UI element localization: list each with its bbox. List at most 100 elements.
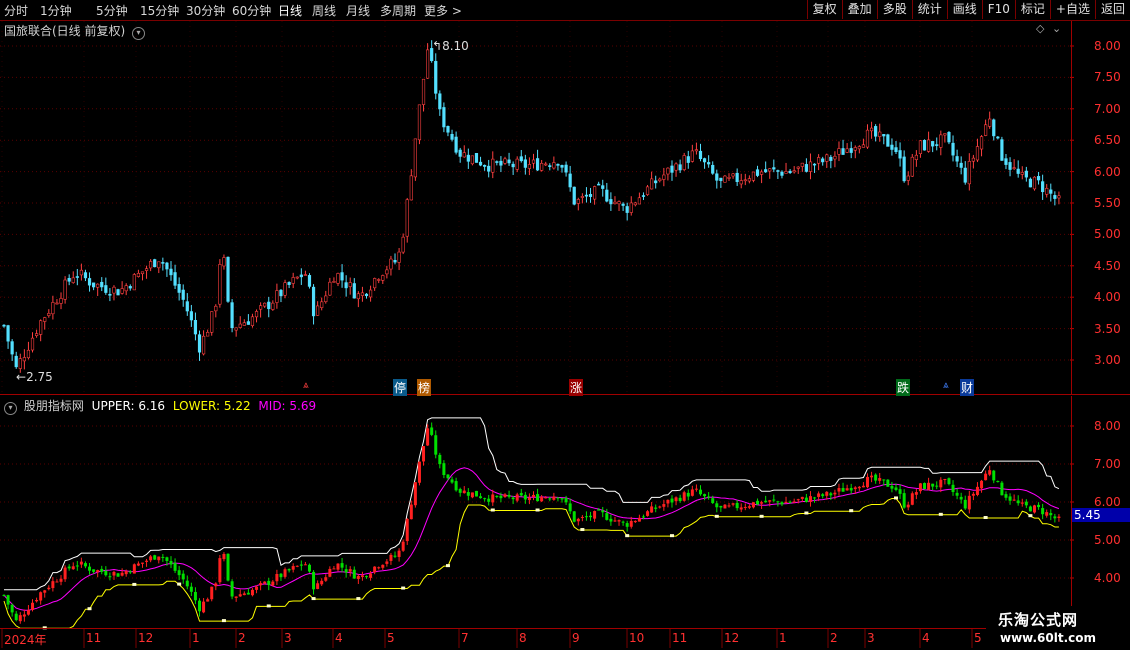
indicator-candle-body [617, 520, 621, 522]
settings-chevron-icon[interactable]: ⌄ [1052, 22, 1061, 35]
chevron-down-icon[interactable]: ▾ [132, 27, 146, 40]
candle-body [1032, 176, 1037, 190]
candle-body [487, 165, 491, 172]
candle-body [633, 202, 637, 206]
candle-body [527, 164, 532, 169]
candle-body [719, 177, 723, 181]
candle-body [478, 161, 483, 166]
candle-body [829, 156, 833, 161]
candle-body [931, 141, 935, 147]
indicator-candle-body [360, 575, 364, 577]
indicator-candle-body [462, 490, 466, 494]
candle-body [959, 162, 963, 168]
time-axis-label: 4 [335, 631, 343, 645]
event-tag-fall[interactable]: 跌 [896, 379, 911, 396]
candle-body [364, 293, 369, 297]
indicator-candle-body [422, 446, 426, 462]
indicator-tick-label: 6.00 [1094, 495, 1121, 509]
candle-body [926, 139, 931, 152]
candle-body [825, 154, 829, 162]
indicator-candle-body [894, 487, 898, 490]
indicator-candle-body [939, 479, 943, 488]
candle-body [605, 189, 609, 202]
candle-body [491, 158, 495, 173]
candle-body [34, 333, 39, 336]
candle-body [845, 148, 849, 153]
indicator-candle-body [116, 573, 120, 577]
candle-body [246, 321, 250, 325]
candle-body [157, 261, 161, 269]
indicator-candle-body [238, 594, 242, 597]
indicator-candle-body [992, 470, 996, 481]
indicator-candle-body [747, 506, 751, 508]
price-tick-label: 8.00 [1094, 39, 1121, 53]
watermark: 乐淘公式网 www.60lt.com [986, 606, 1130, 650]
indicator-candle-body [918, 483, 922, 492]
indicator-candle-body [466, 492, 470, 496]
indicator-candle-body [1049, 513, 1053, 516]
indicator-candle-body [837, 488, 841, 492]
indicator-candle-body [470, 492, 474, 498]
lower-band-marker [356, 597, 361, 601]
indicator-candle-body [947, 478, 951, 485]
indicator-candle-body [438, 454, 442, 465]
candle-body [1000, 139, 1004, 161]
indicator-candle-body [10, 604, 14, 613]
indicator-candle-body [161, 556, 165, 558]
candle-body [988, 118, 992, 127]
candle-body [181, 289, 185, 300]
indicator-candle-body [821, 494, 825, 497]
indicator-candle-body [377, 567, 381, 569]
event-tag-finance[interactable]: 财 [960, 379, 975, 396]
indicator-candle-body [189, 586, 193, 592]
candle-body [63, 279, 67, 300]
candle-body [975, 146, 980, 161]
indicator-candle-body [743, 506, 747, 508]
kline-chart[interactable] [0, 0, 1130, 650]
candle-body [857, 146, 861, 150]
indicator-candle-body [857, 486, 861, 489]
time-axis-label: 5 [974, 631, 982, 645]
event-tag-rank[interactable]: 榜 [417, 379, 432, 396]
indicator-candle-body [397, 550, 401, 557]
indicator-candle-body [621, 521, 625, 523]
event-tag-rise[interactable]: 涨 [569, 379, 584, 396]
candle-body [149, 261, 153, 269]
candle-body [59, 298, 63, 304]
candle-body [161, 262, 165, 264]
candle-body [466, 154, 470, 162]
indicator-candle-body [145, 560, 149, 562]
main-panel-title: 国旅联合(日线 前复权) ▾ [4, 22, 146, 40]
indicator-candle-body [31, 602, 35, 610]
candle-body [417, 104, 422, 141]
indicator-candle-body [906, 504, 910, 508]
lower-band-marker [714, 514, 719, 518]
indicator-candle-body [975, 486, 979, 495]
indicator-candle-body [853, 487, 857, 490]
indicator-candle-body [756, 500, 760, 505]
candle-body [356, 293, 360, 300]
candle-body [544, 163, 548, 166]
event-tag-halt[interactable]: 停 [393, 379, 408, 396]
indicator-candle-body [96, 570, 100, 573]
candle-body [658, 178, 662, 182]
diamond-icon[interactable]: ◇ [1036, 22, 1044, 35]
candle-body [601, 185, 605, 189]
chevron-down-icon[interactable]: ▾ [4, 402, 17, 415]
indicator-candle-body [988, 470, 992, 475]
indicator-candle-body [609, 518, 613, 522]
indicator-candle-body [226, 553, 230, 581]
indicator-candle-body [218, 558, 222, 583]
indicator-candle-body [356, 575, 360, 579]
lower-band-marker [87, 607, 92, 611]
candle-body [943, 133, 947, 136]
indicator-candle-body [324, 577, 328, 581]
indicator-candle-body [100, 568, 104, 572]
candle-body [67, 278, 71, 282]
time-axis-label: 10 [629, 631, 645, 645]
candle-body [1053, 195, 1057, 199]
indicator-candle-body [83, 563, 87, 567]
candle-body [515, 158, 519, 170]
candle-body [686, 156, 690, 163]
indicator-candle-body [764, 500, 768, 503]
